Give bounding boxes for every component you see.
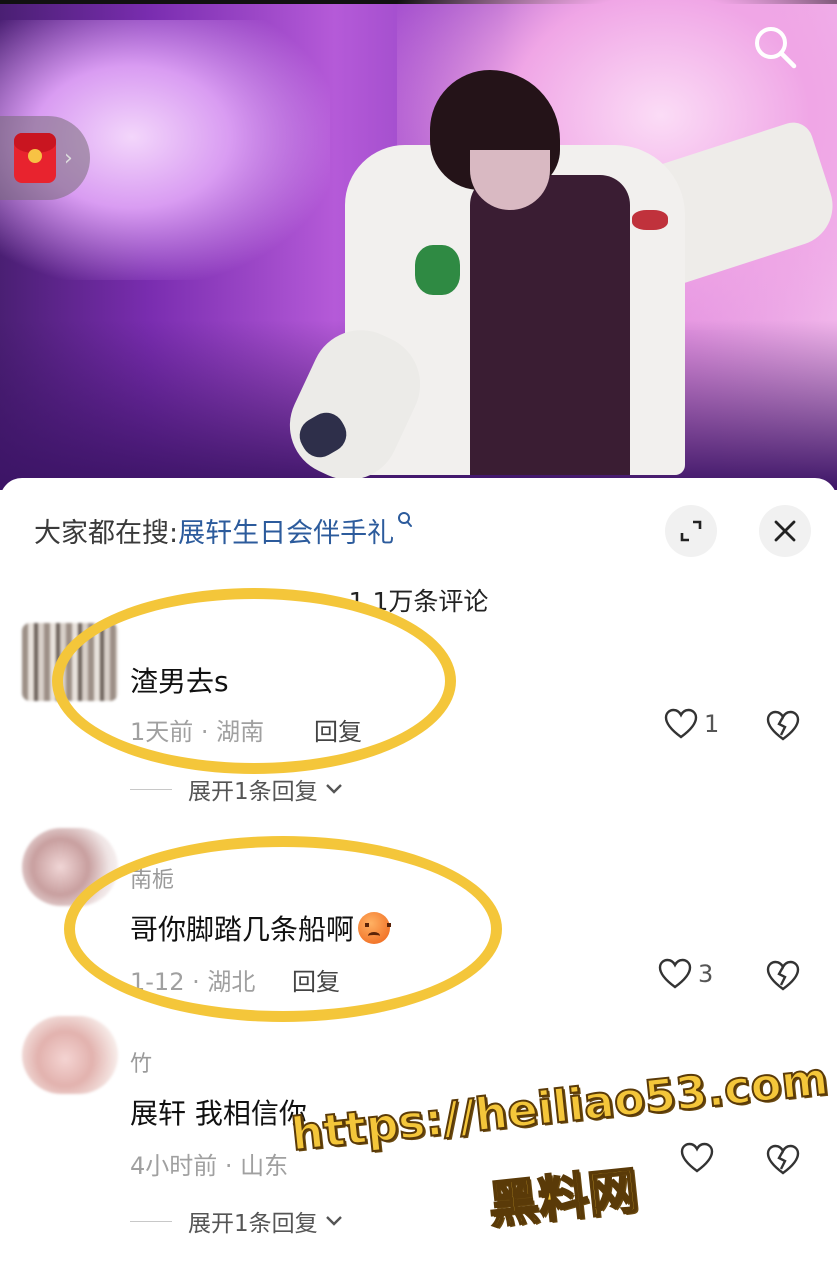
- video-player[interactable]: ›: [0, 0, 837, 490]
- paint-splash: [632, 210, 668, 230]
- chevron-right-icon: ›: [64, 145, 73, 171]
- expand-replies-label: 展开1条回复: [188, 1211, 318, 1237]
- close-icon: [774, 520, 796, 542]
- expand-replies-button[interactable]: 展开1条回复: [130, 772, 344, 806]
- watermark-name: 黑料网: [485, 1160, 642, 1235]
- highlight-circle: [52, 588, 456, 774]
- heart-icon: [664, 708, 698, 739]
- like-count: 3: [698, 960, 714, 988]
- search-icon[interactable]: [752, 24, 798, 70]
- heart-icon: [658, 958, 692, 989]
- like-button[interactable]: [680, 1142, 714, 1174]
- search-suggestion-label: 大家都在搜:: [34, 518, 179, 549]
- username[interactable]: 竹: [130, 1046, 152, 1078]
- avatar[interactable]: [22, 1016, 118, 1094]
- expand-replies-button[interactable]: 展开1条回复: [130, 1204, 344, 1238]
- heart-icon: [680, 1142, 714, 1173]
- search-suggestion[interactable]: 大家都在搜:展轩生日会伴手礼: [34, 511, 413, 550]
- chevron-down-icon: [325, 1216, 342, 1226]
- comments-sheet: 大家都在搜:展轩生日会伴手礼 1.1万条评论 渣男去s 1天前 · 湖南 回复 …: [0, 478, 837, 1280]
- expand-button[interactable]: [665, 505, 717, 557]
- paint-splash: [415, 245, 460, 295]
- search-icon: [398, 512, 413, 527]
- like-count: 1: [704, 710, 720, 738]
- comment-text: 展轩 我相信你: [130, 1097, 307, 1130]
- watermark-url: https://heiliao53.com: [288, 1051, 832, 1162]
- red-packet-tab[interactable]: ›: [0, 116, 90, 200]
- search-suggestion-term[interactable]: 展轩生日会伴手礼: [178, 518, 394, 549]
- divider: [130, 788, 172, 790]
- divider: [130, 1220, 172, 1222]
- comment-meta: 4小时前 · 山东: [130, 1152, 289, 1180]
- broken-heart-icon[interactable]: [766, 960, 800, 992]
- like-button[interactable]: 1: [664, 708, 719, 740]
- expand-icon: [680, 520, 702, 542]
- chevron-down-icon: [325, 784, 342, 794]
- broken-heart-icon[interactable]: [766, 1144, 800, 1176]
- like-button[interactable]: 3: [658, 958, 713, 990]
- red-envelope-icon: [14, 133, 56, 183]
- close-button[interactable]: [759, 505, 811, 557]
- broken-heart-icon[interactable]: [766, 710, 800, 742]
- expand-replies-label: 展开1条回复: [188, 779, 318, 805]
- performer: [470, 175, 630, 475]
- highlight-circle: [64, 836, 502, 1022]
